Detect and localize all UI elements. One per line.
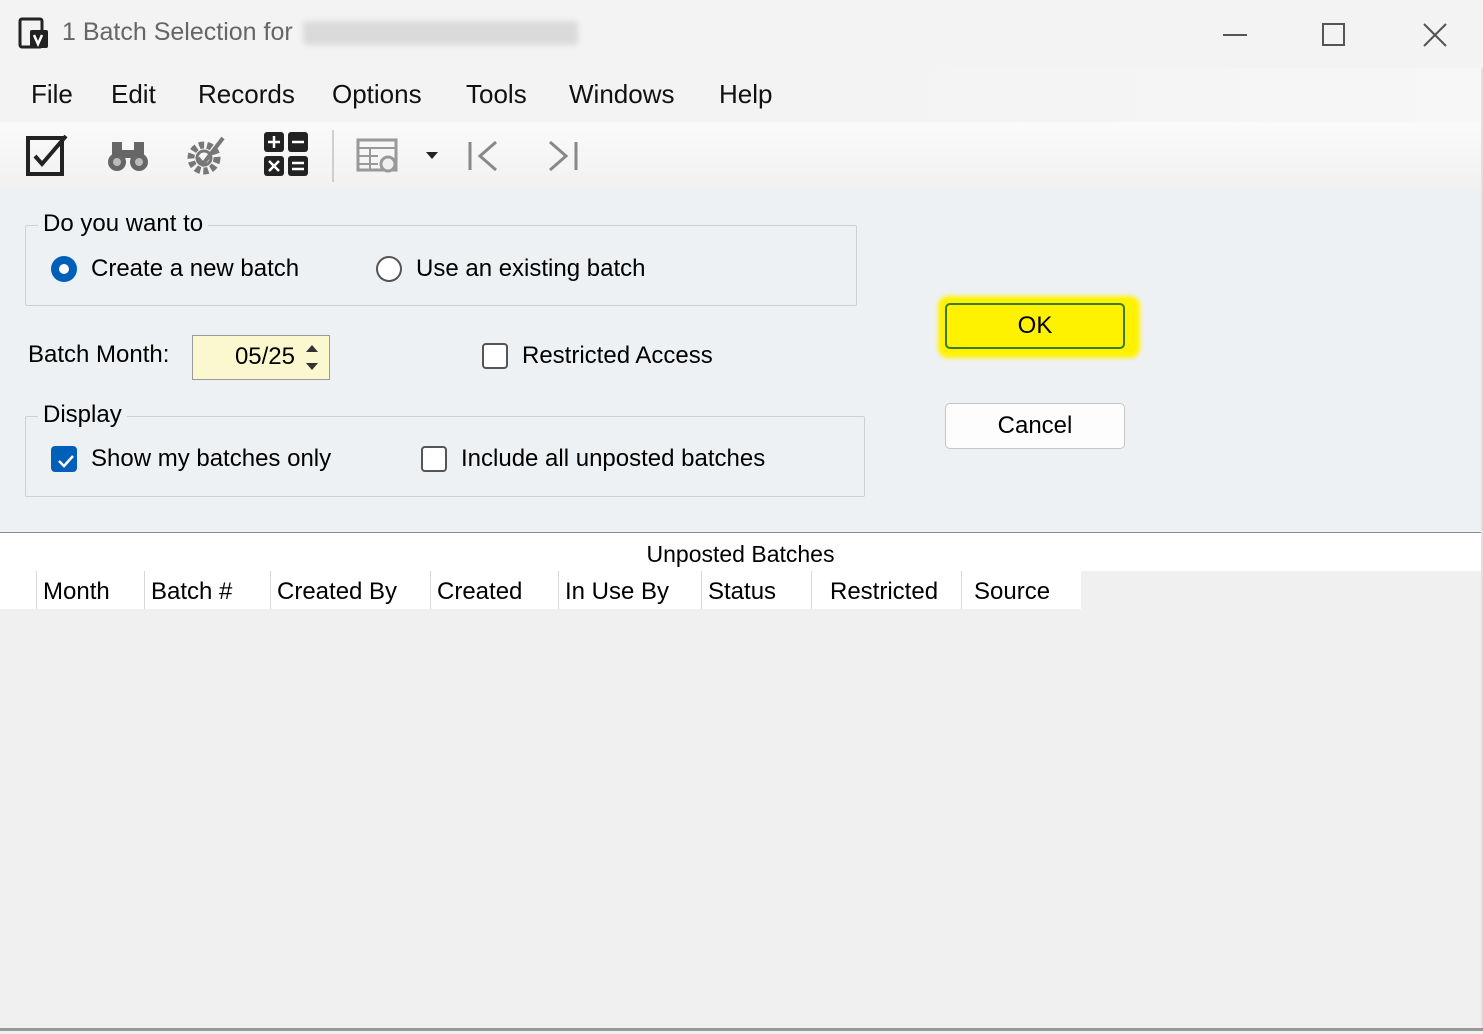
show-my-batches-label: Show my batches only [91,445,332,472]
title-bar: 1 Batch Selection for [0,0,1483,68]
restricted-access-checkbox[interactable] [482,343,508,369]
menu-tools[interactable]: Tools [466,79,527,110]
grid-header-row: Month Batch # Created By Created In Use … [0,571,1081,609]
column-source[interactable]: Source [961,571,1081,609]
include-unposted-label: Include all unposted batches [461,445,766,472]
toolbar [0,122,1483,190]
create-new-batch-radio[interactable] [51,256,77,282]
grid-title-text: Unposted Batches [646,541,835,567]
dropdown-arrow-icon[interactable] [422,130,442,180]
column-restricted[interactable]: Restricted [811,571,961,609]
display-group: Display Show my batches only Include all… [25,401,865,497]
include-unposted-option[interactable]: Include all unposted batches [421,445,765,473]
window-title-text: 1 Batch Selection for [62,18,293,46]
grid-title: Unposted Batches [0,533,1482,571]
use-existing-batch-label: Use an existing batch [416,255,646,282]
spin-down-button[interactable] [297,357,327,376]
cancel-button[interactable]: Cancel [945,403,1125,449]
batch-option-legend: Do you want to [38,210,209,238]
menu-help[interactable]: Help [719,79,772,110]
menu-edit[interactable]: Edit [111,79,156,110]
display-legend: Display [38,401,127,429]
batch-month-input[interactable] [195,338,295,376]
column-batch-number[interactable]: Batch # [144,571,270,609]
menu-options[interactable]: Options [332,79,422,110]
batch-selection-form: Do you want to Create a new batch Use an… [0,190,1483,532]
toolbar-separator [332,130,334,182]
menu-records[interactable]: Records [198,79,295,110]
window-bottom-border [0,1028,1483,1031]
minimize-button[interactable] [1204,12,1264,56]
menu-bar: File Edit Records Options Tools Windows … [0,68,1483,122]
column-status[interactable]: Status [701,571,811,609]
column-month[interactable]: Month [36,571,144,609]
spin-up-icon [306,344,318,352]
spin-down-icon [306,362,318,370]
spin-up-button[interactable] [297,338,327,357]
close-button[interactable] [1404,12,1464,56]
menu-windows[interactable]: Windows [569,79,674,110]
use-existing-batch-radio[interactable] [376,256,402,282]
create-new-batch-label: Create a new batch [91,255,300,282]
batch-month-spinner[interactable] [297,338,327,376]
edit-check-icon[interactable] [24,130,72,180]
column-in-use-by[interactable]: In Use By [558,571,701,609]
restricted-access-option[interactable]: Restricted Access [482,342,713,370]
unposted-batches-grid: Unposted Batches Month Batch # Created B… [0,532,1483,1029]
minimize-icon [1223,34,1247,36]
menu-file[interactable]: File [31,79,73,110]
column-created[interactable]: Created [430,571,558,609]
show-my-batches-option[interactable]: Show my batches only [51,445,331,473]
app-form-icon [18,17,48,49]
batch-option-group: Do you want to Create a new batch Use an… [25,210,857,306]
calculator-icon[interactable] [262,130,310,180]
gear-settings-icon[interactable] [182,130,230,180]
use-existing-batch-option[interactable]: Use an existing batch [376,255,645,283]
restricted-access-label: Restricted Access [522,342,713,369]
window-title: 1 Batch Selection for [62,18,578,47]
batch-month-label: Batch Month: [28,341,170,368]
close-icon [1423,23,1447,47]
maximize-icon [1322,23,1345,46]
column-created-by[interactable]: Created By [270,571,430,609]
maximize-button[interactable] [1303,12,1363,56]
grid-settings-icon[interactable] [354,130,404,180]
batch-month-field[interactable] [192,335,330,380]
create-new-batch-option[interactable]: Create a new batch [51,255,299,283]
ok-button[interactable]: OK [945,303,1125,349]
show-my-batches-checkbox[interactable] [51,446,77,472]
include-unposted-checkbox[interactable] [421,446,447,472]
last-record-icon[interactable] [544,130,584,180]
binoculars-find-icon[interactable] [104,130,152,180]
checkmark-icon [58,455,74,468]
redacted-company-name [302,21,578,46]
first-record-icon[interactable] [464,130,504,180]
